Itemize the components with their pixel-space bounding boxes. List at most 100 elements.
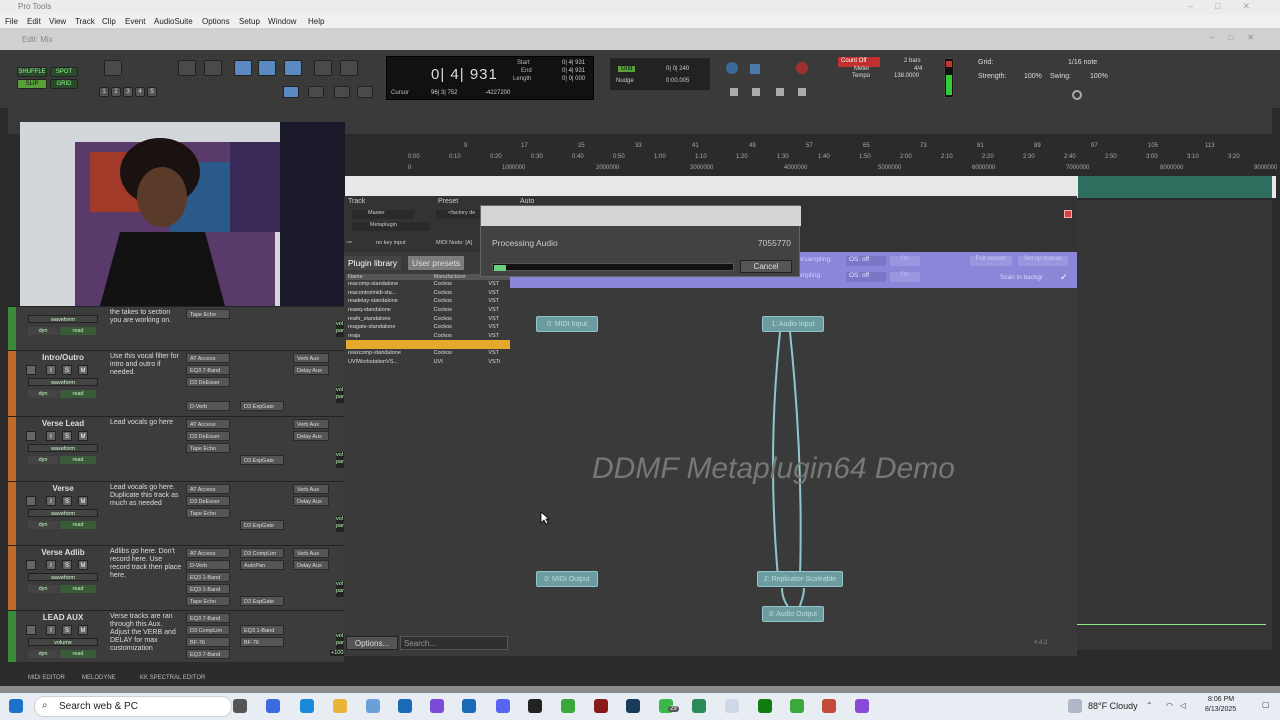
trim-tool-icon[interactable] <box>234 60 252 76</box>
send-slot[interactable]: Verb Aux <box>293 548 329 558</box>
plugin-row[interactable]: UVIWorkstationVS... UVI VSTi <box>346 357 510 366</box>
track-automation-mode[interactable]: read <box>60 390 96 398</box>
settings-gear-icon[interactable] <box>1072 90 1082 100</box>
menu-window[interactable]: Window <box>268 17 296 26</box>
edit-window-controls[interactable]: –□✕ <box>1210 33 1268 42</box>
track-dyn-button[interactable]: dyn <box>28 327 58 335</box>
insert-slot[interactable]: EQ3 1-Band <box>186 572 230 582</box>
xbox-icon[interactable] <box>758 699 772 713</box>
track-dyn-button[interactable]: dyn <box>28 390 58 398</box>
tab-midi-editor[interactable]: MIDI EDITOR <box>28 675 65 681</box>
strength-value[interactable]: 100% <box>1024 73 1042 80</box>
track-mute-button[interactable]: M <box>78 496 88 506</box>
track-automation-mode[interactable]: read <box>60 456 96 464</box>
track-view-select[interactable]: waveform <box>28 444 98 452</box>
plugin-insert-select[interactable]: Metaplugin <box>352 222 430 231</box>
node-midi-output[interactable]: 0: MIDI Output <box>536 571 598 587</box>
insert-slot[interactable]: AT Access <box>186 484 230 494</box>
online-icon[interactable] <box>726 62 738 74</box>
track-rec-icon[interactable] <box>26 365 36 375</box>
dialog-titlebar[interactable] <box>481 206 801 226</box>
grid-mode-button[interactable]: GRID <box>50 79 78 89</box>
track-view-select[interactable]: waveform <box>28 378 98 386</box>
options-button[interactable]: Options... <box>346 636 398 650</box>
grid-toggle[interactable]: Grid <box>618 66 636 72</box>
plugin-row[interactable]: reaxcomp-standalone Cockos VST <box>346 349 510 358</box>
plugin-row[interactable]: reagate-standalone Cockos VST <box>346 323 510 332</box>
insert-slot-b[interactable]: D3 ExpGate <box>240 401 284 411</box>
track-rec-icon[interactable] <box>26 625 36 635</box>
plugin-row[interactable]: reaja Cockos VST <box>346 332 510 341</box>
shuffle-mode-button[interactable]: SHUFFLE <box>17 67 47 77</box>
send-slot[interactable]: Delay Aux <box>293 431 329 441</box>
tab-user-presets[interactable]: User presets <box>408 256 465 270</box>
link-timeline-icon[interactable] <box>357 86 373 98</box>
zoom-preset-5[interactable]: 5 <box>147 87 157 97</box>
menu-edit[interactable]: Edit <box>27 17 41 26</box>
insert-slot[interactable]: Tape Echo <box>186 508 230 518</box>
track-view-select[interactable]: waveform <box>28 315 98 323</box>
insert-slot-b[interactable]: AutoPan <box>240 560 284 570</box>
track-solo-button[interactable]: S <box>62 365 72 375</box>
track-solo-button[interactable]: S <box>62 625 72 635</box>
send-slot[interactable]: Delay Aux <box>293 560 329 570</box>
track-name[interactable]: Intro/Outro <box>22 353 104 362</box>
insert-slot-b[interactable]: D3 ExpGate <box>240 520 284 530</box>
windows-start-icon[interactable] <box>9 699 23 713</box>
zoom-tool-icon[interactable] <box>104 60 122 76</box>
tab-to-transient-icon[interactable] <box>283 86 299 98</box>
forward-icon[interactable] <box>776 88 784 96</box>
track-name[interactable]: Verse Lead <box>22 419 104 428</box>
record-icon[interactable] <box>796 62 808 74</box>
track-verse-adlib[interactable]: Verse Adlib I S Mwaveform dyn read Adlibs go h… <box>8 545 352 610</box>
oversampling-select[interactable]: OS: off <box>846 256 886 266</box>
insert-slot[interactable]: AT Access <box>186 353 230 363</box>
track-mute-button[interactable]: M <box>78 560 88 570</box>
selector-tool-icon[interactable] <box>258 60 276 76</box>
plugin-row[interactable]: reacomp-standalone Cockos VST <box>346 280 510 289</box>
menu-track[interactable]: Track <box>75 17 95 26</box>
pro-tools-icon[interactable] <box>855 699 869 713</box>
steam-icon[interactable] <box>626 699 640 713</box>
track-dyn-button[interactable]: dyn <box>28 456 58 464</box>
track-solo-button[interactable]: S <box>62 496 72 506</box>
track-view-select[interactable]: volume <box>28 638 98 646</box>
slip-mode-button[interactable]: SLIP <box>17 79 47 89</box>
plugin-track-select[interactable]: Master <box>352 210 414 219</box>
node-midi-input[interactable]: 0: MIDI Input <box>536 316 598 332</box>
file-explorer-icon[interactable] <box>333 699 347 713</box>
tempo-value[interactable]: 138.0000 <box>894 73 919 79</box>
insert-slot-b[interactable]: BF-76 <box>240 637 284 647</box>
track-mute-button[interactable]: M <box>78 625 88 635</box>
midi-node-select[interactable]: MIDI Node: [A] <box>436 240 472 246</box>
discord-icon[interactable] <box>496 699 510 713</box>
menu-setup[interactable]: Setup <box>239 17 260 26</box>
cancel-button[interactable]: Cancel <box>740 260 792 273</box>
menu-clip[interactable]: Clip <box>102 17 116 26</box>
insert-slot[interactable]: AT Access <box>186 419 230 429</box>
tray-chevron-icon[interactable]: ⌃ <box>1146 701 1153 710</box>
insert-slot[interactable]: D3 DeEsser <box>186 431 230 441</box>
scan-background-checkbox[interactable]: ✓ <box>1060 272 1068 283</box>
insert-slot[interactable]: D-Verb <box>186 560 230 570</box>
mirror-midi-icon[interactable] <box>308 86 324 98</box>
track-rec-icon[interactable] <box>26 431 36 441</box>
node-audio-output[interactable]: 3: Audio Output <box>762 606 824 622</box>
menu-help[interactable]: Help <box>308 17 324 26</box>
window-controls[interactable]: –□✕ <box>1188 1 1272 12</box>
aux-volume-value[interactable]: +100 <box>330 650 345 656</box>
send-slot[interactable]: Verb Aux <box>293 353 329 363</box>
tab-plugin-library[interactable]: Plugin library <box>344 256 402 270</box>
track-mute-button[interactable]: M <box>78 431 88 441</box>
set-license-button[interactable]: Set up license <box>1018 256 1068 266</box>
track-verse[interactable]: Verse I S Mwaveform dyn read Lead vocals go he… <box>8 481 352 545</box>
app-icon-3[interactable] <box>725 699 739 713</box>
track-solo-button[interactable]: S <box>62 431 72 441</box>
start-value[interactable]: 0| 4| 931 <box>562 60 585 66</box>
os-apply-button[interactable]: OK <box>890 256 920 266</box>
track-input-button[interactable]: I <box>46 560 56 570</box>
wifi-icon[interactable]: ◠ <box>1166 701 1173 710</box>
swing-value[interactable]: 100% <box>1090 73 1108 80</box>
menu-file[interactable]: File <box>5 17 18 26</box>
track-view-select[interactable]: waveform <box>28 573 98 581</box>
